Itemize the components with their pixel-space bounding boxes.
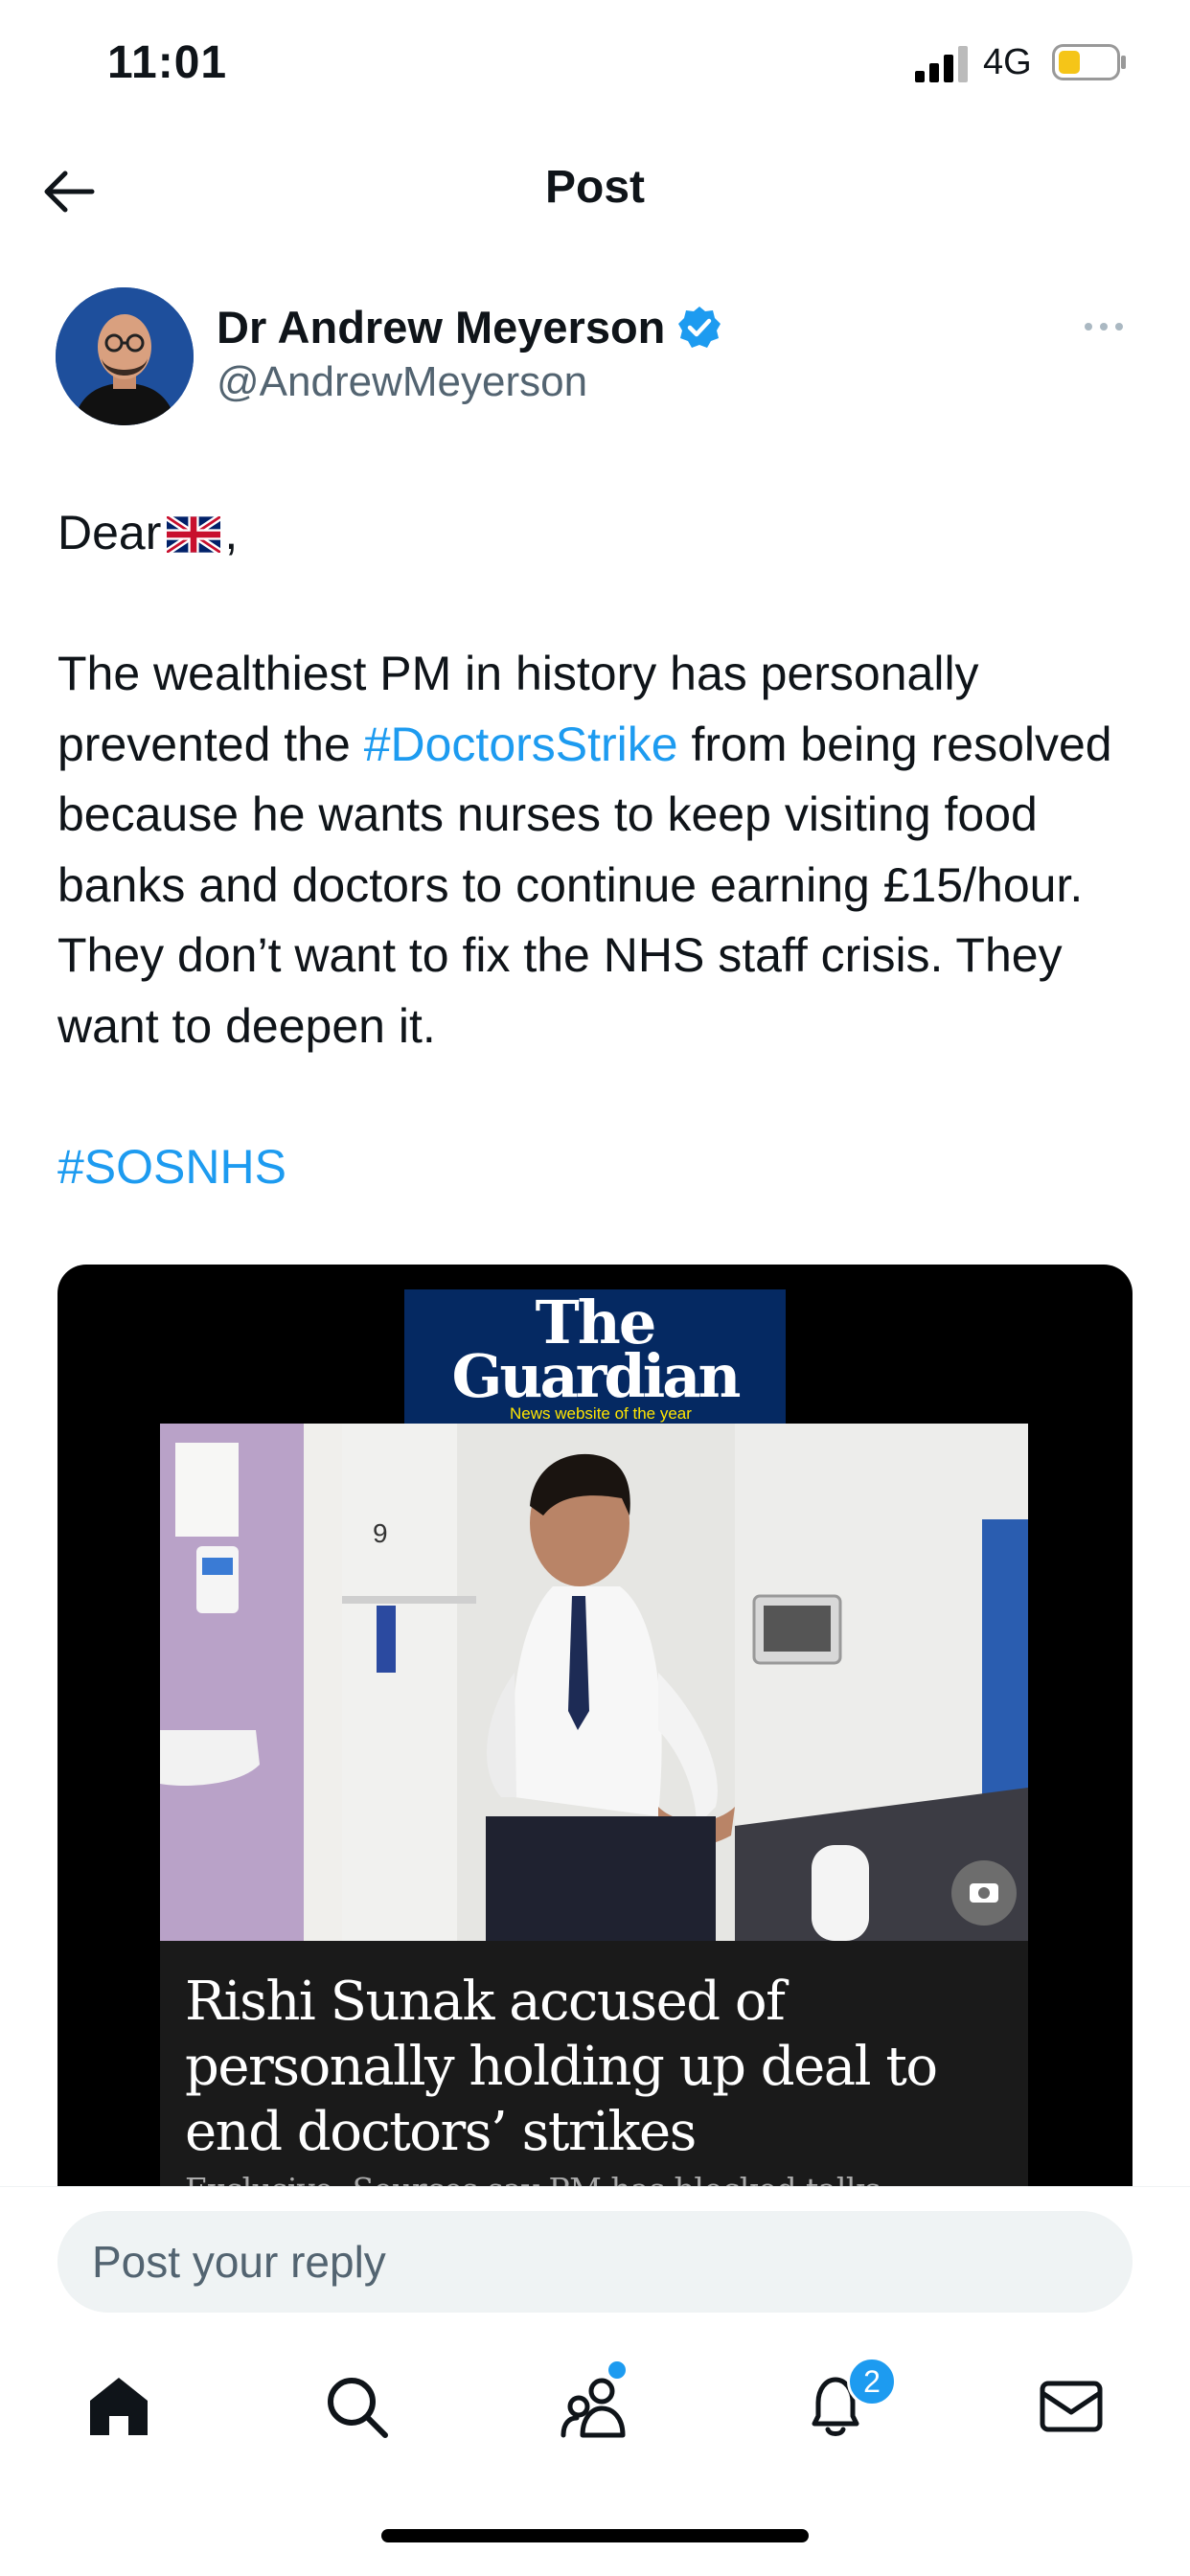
avatar[interactable] xyxy=(56,287,194,425)
author-handle[interactable]: @AndrewMeyerson xyxy=(217,358,587,406)
greeting: Dear , xyxy=(57,498,1140,569)
author-name[interactable]: Dr Andrew Meyerson xyxy=(217,301,665,353)
communities-icon[interactable] xyxy=(560,2372,629,2441)
post-text: Dear , The wealthiest PM in history has … xyxy=(57,498,1140,1202)
reply-input[interactable] xyxy=(57,2211,1133,2313)
search-icon[interactable] xyxy=(322,2372,391,2441)
back-arrow-icon[interactable] xyxy=(38,161,100,222)
article-headline: Rishi Sunak accused of personally holdin… xyxy=(185,1971,938,2163)
bay-number: 9 xyxy=(373,1518,388,1548)
signal-icon xyxy=(915,46,968,82)
messages-envelope-icon[interactable] xyxy=(1037,2372,1106,2441)
greeting-comma: , xyxy=(224,506,239,559)
guardian-masthead: The Guardian News website of the year xyxy=(404,1289,786,1424)
battery-icon xyxy=(1052,44,1126,80)
verified-badge-icon xyxy=(678,307,721,348)
hashtag-doctorsstrike[interactable]: #DoctorsStrike xyxy=(364,718,678,771)
more-options-icon[interactable] xyxy=(1081,312,1127,341)
masthead-line-2: Guardian xyxy=(451,1341,741,1411)
home-icon[interactable] xyxy=(84,2372,153,2441)
communities-dot xyxy=(606,2359,629,2382)
notifications-badge: 2 xyxy=(847,2357,897,2406)
avatar-portrait-icon xyxy=(56,287,194,425)
network-type: 4G xyxy=(983,42,1032,82)
masthead-tagline: News website of the year xyxy=(510,1404,692,1423)
hashtag-sosnhs[interactable]: #SOSNHS xyxy=(57,1140,286,1194)
greeting-text: Dear xyxy=(57,506,162,559)
status-time: 11:01 xyxy=(107,37,228,88)
uk-flag-icon xyxy=(167,516,221,553)
post-image[interactable]: The Guardian News website of the year 9 xyxy=(57,1265,1133,2242)
home-indicator[interactable] xyxy=(381,2529,809,2542)
news-photo: 9 xyxy=(160,1424,1028,1941)
page-title: Post xyxy=(544,162,645,213)
hospital-photo-illustration: 9 xyxy=(160,1424,1028,1941)
post-paragraph: The wealthiest PM in history has persona… xyxy=(57,639,1140,1061)
